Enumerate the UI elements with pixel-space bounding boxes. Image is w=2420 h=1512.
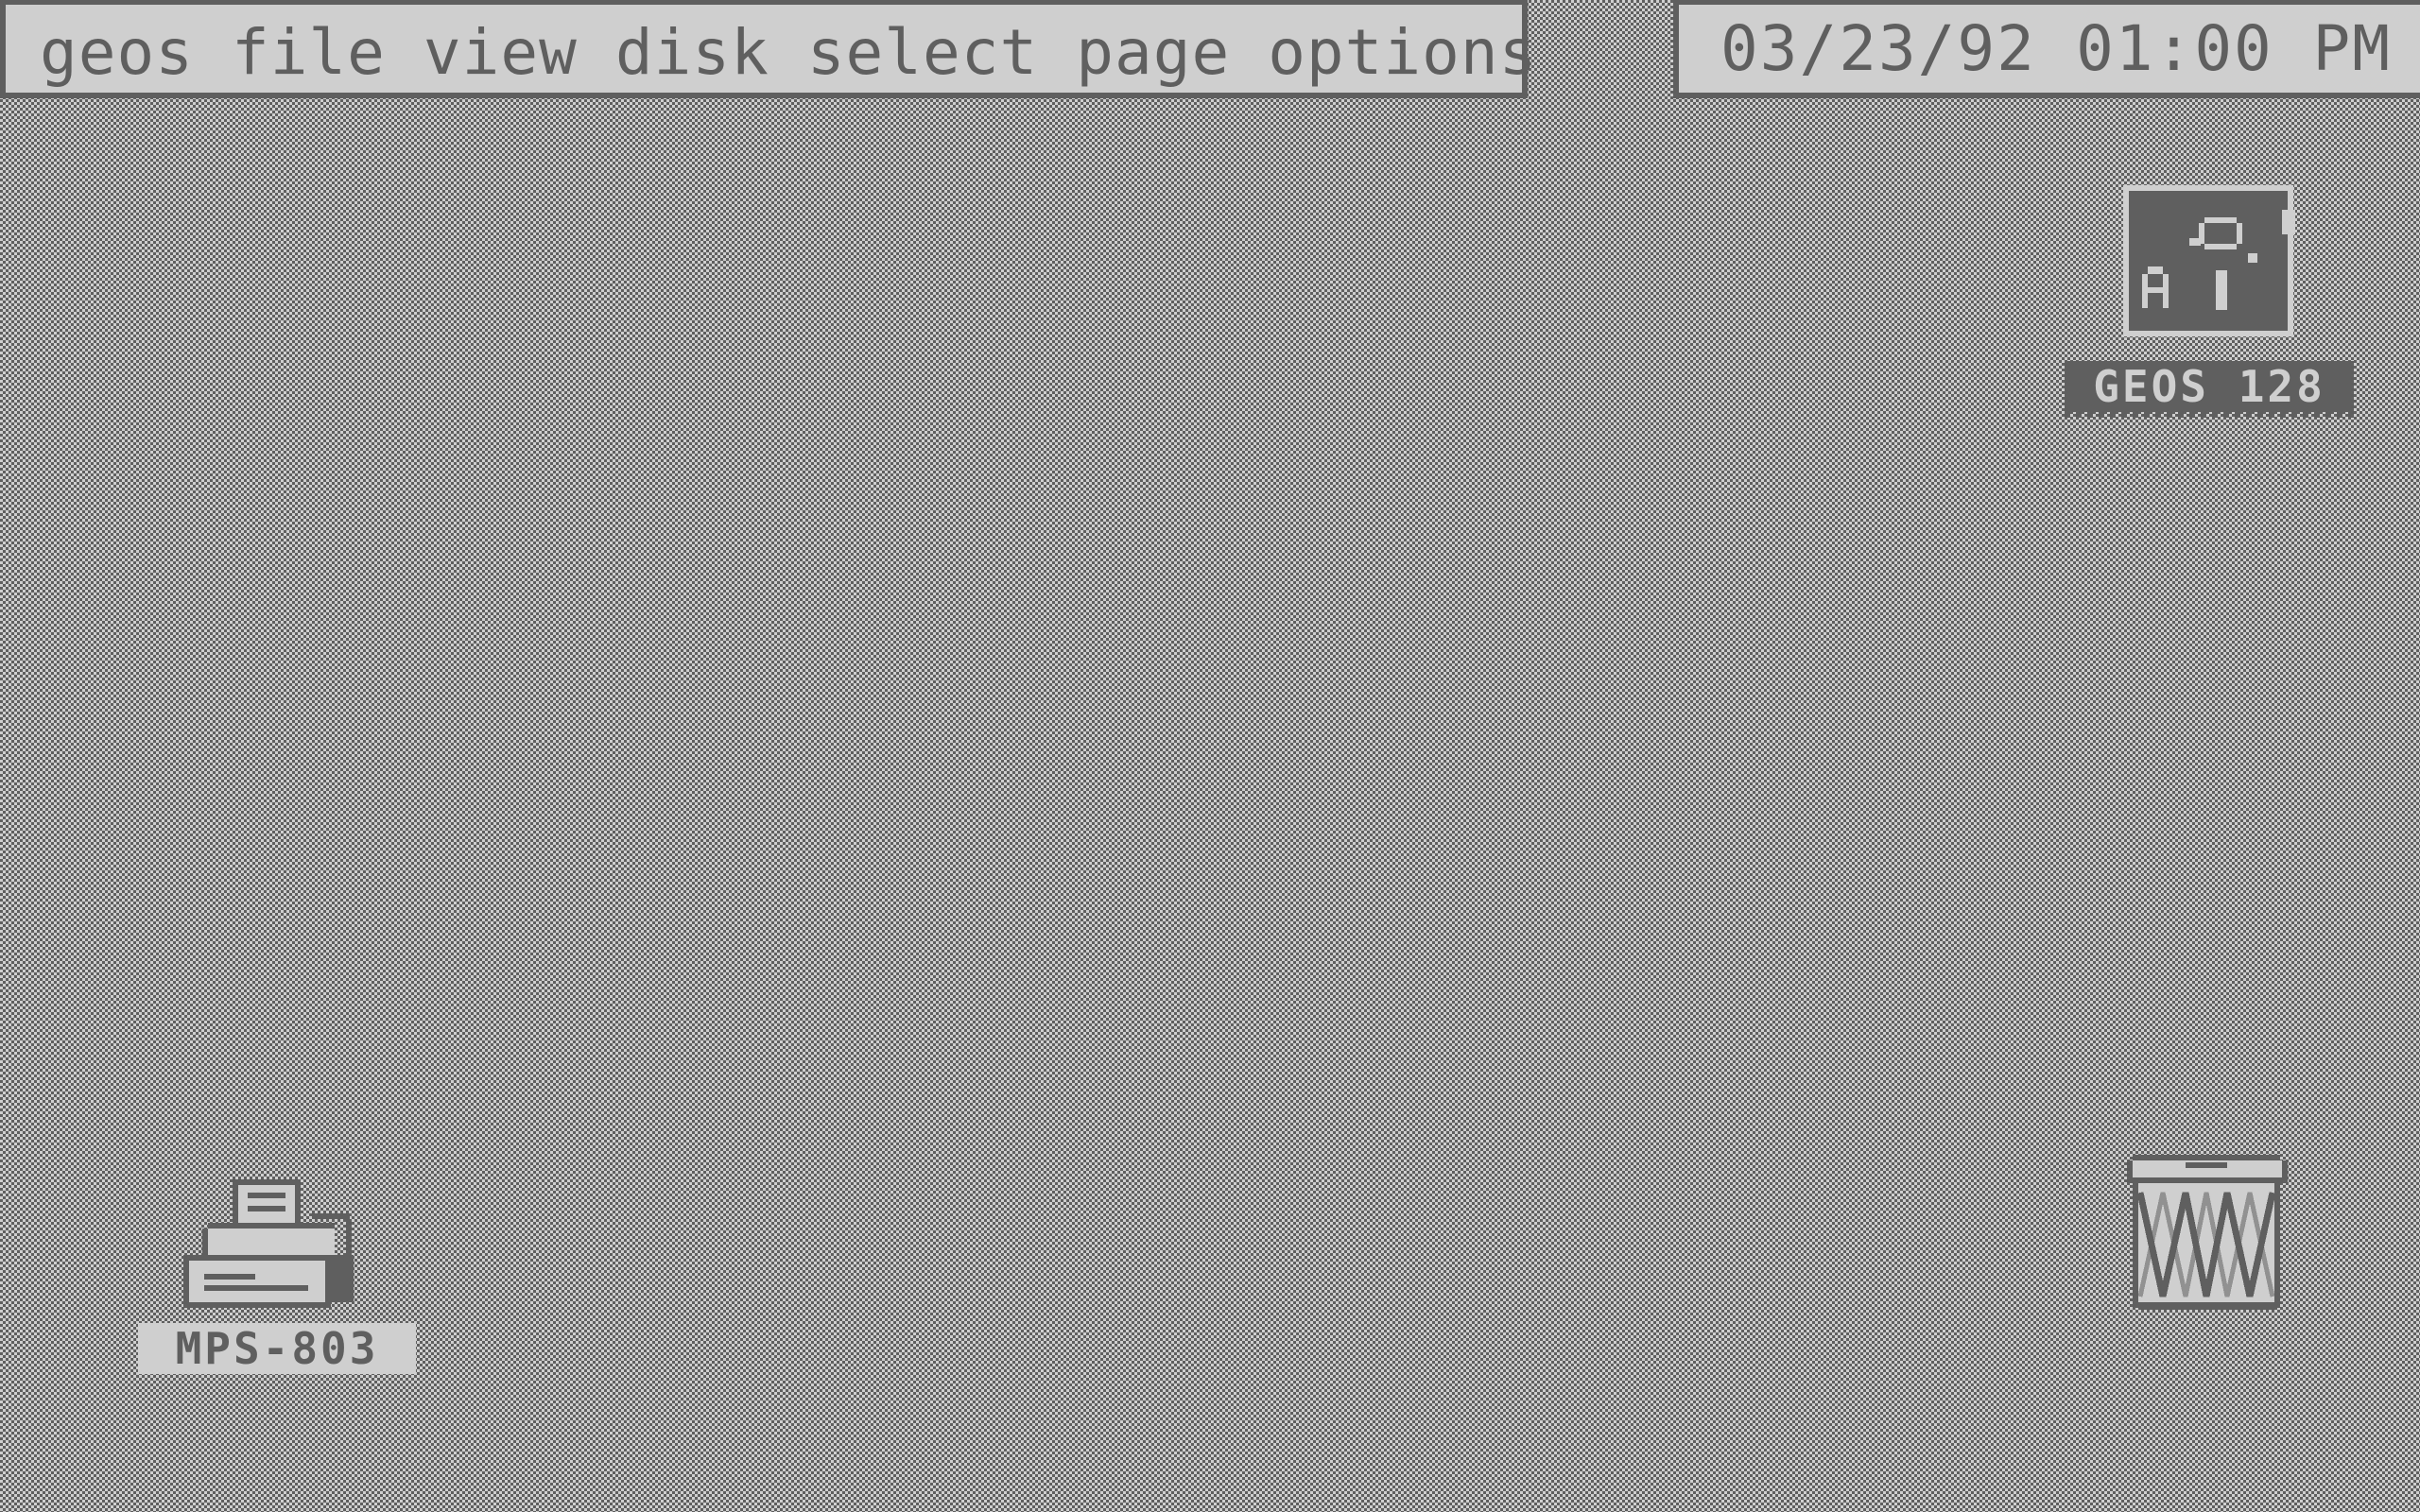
- printer-desktop-icon[interactable]: [180, 1179, 365, 1310]
- printer-icon: [183, 1179, 354, 1308]
- menu-page-label: page: [1076, 15, 1231, 89]
- label-dither-edge: [2065, 412, 2354, 418]
- geos-disk-desktop-icon[interactable]: [2121, 183, 2297, 340]
- menu-view-label: view: [423, 15, 578, 89]
- menu-page[interactable]: page: [1057, 5, 1249, 93]
- trash-desktop-icon[interactable]: [2119, 1155, 2295, 1315]
- menu-disk-label: disk: [614, 15, 769, 89]
- clock-date: 03/23/92: [1720, 11, 2036, 85]
- menu-options-label: options: [1268, 15, 1538, 89]
- geos-disk-label[interactable]: GEOS 128: [2065, 361, 2354, 412]
- menu-disk[interactable]: disk: [596, 5, 788, 93]
- menu-view[interactable]: view: [405, 5, 596, 93]
- menu-options[interactable]: options: [1249, 5, 1556, 93]
- clock-panel: 03/23/92 01:00 PM: [1673, 0, 2420, 98]
- geos-disk-icon: [2123, 185, 2295, 336]
- menu-geos-label: geos: [40, 15, 194, 89]
- trash-icon: [2127, 1155, 2288, 1310]
- menu-file-label: file: [231, 15, 386, 89]
- menu-bar: geos file view disk select page options: [0, 0, 1536, 98]
- menu-geos[interactable]: geos: [21, 5, 213, 93]
- menu-file[interactable]: file: [213, 5, 405, 93]
- menu-select[interactable]: select: [788, 5, 1057, 93]
- menu-select-label: select: [806, 15, 1039, 89]
- printer-label[interactable]: MPS-803: [138, 1323, 416, 1374]
- clock-time: 01:00 PM: [2076, 11, 2392, 85]
